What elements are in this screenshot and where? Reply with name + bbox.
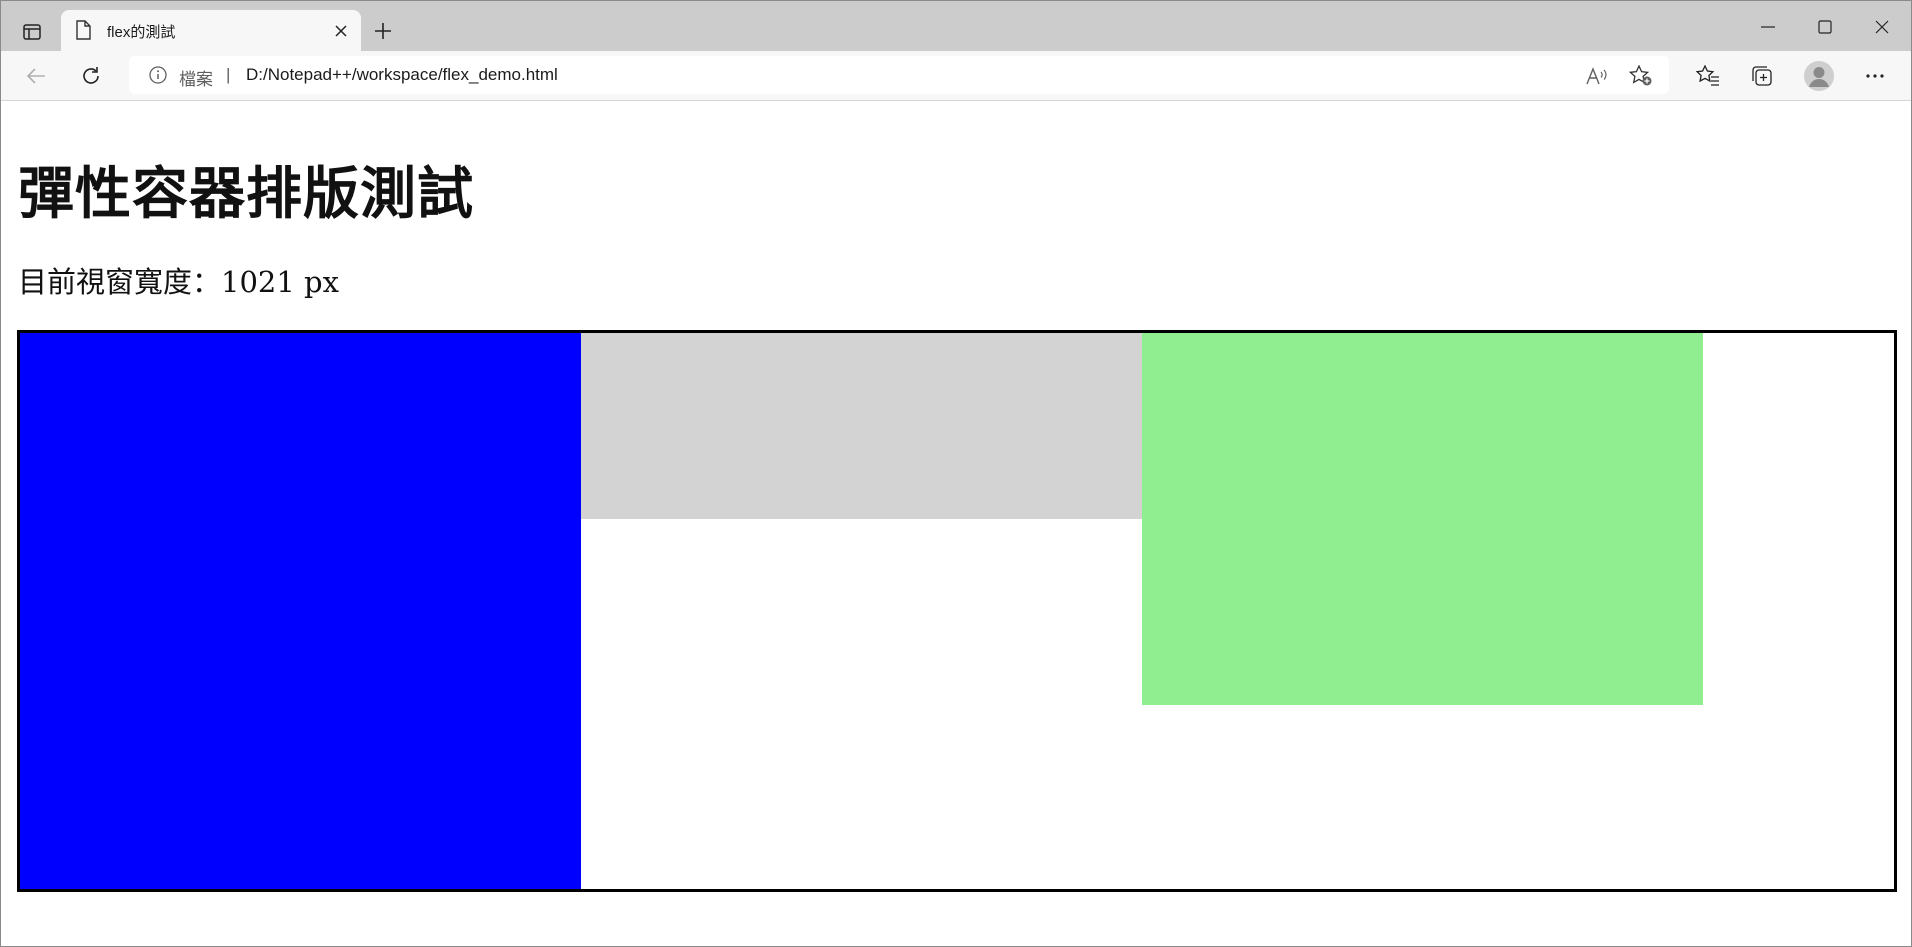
minimize-icon[interactable] (1748, 13, 1788, 41)
tab-active[interactable]: flex的測試 (61, 10, 361, 51)
collections-icon[interactable] (1749, 63, 1775, 89)
info-icon[interactable] (149, 66, 167, 88)
more-icon[interactable] (1862, 63, 1888, 89)
gray-box (581, 333, 1142, 519)
reload-icon[interactable] (78, 63, 104, 89)
read-aloud-icon[interactable] (1585, 64, 1609, 88)
green-box (1142, 333, 1703, 705)
scheme-label: 檔案 (179, 70, 213, 89)
page-icon (75, 20, 91, 44)
tab-title: flex的測試 (107, 24, 176, 41)
address-separator: | (226, 65, 231, 84)
tab-strip: flex的測試 (1, 1, 1911, 51)
window-close-icon[interactable] (1862, 13, 1902, 41)
maximize-icon[interactable] (1805, 13, 1845, 41)
browser-toolbar: 檔案 | D:/Notepad++/workspace/flex_demo.ht… (1, 51, 1911, 101)
address-url[interactable]: D:/Notepad++/workspace/flex_demo.html (246, 65, 558, 85)
add-favorite-icon[interactable] (1629, 64, 1653, 88)
sidebar-icon[interactable] (19, 19, 45, 45)
viewport-width-text: 目前視窗寬度：1021 px (18, 265, 339, 299)
avatar-icon[interactable] (1804, 61, 1834, 91)
flex-container (17, 330, 1897, 892)
favorites-icon[interactable] (1695, 63, 1721, 89)
plus-icon[interactable] (371, 19, 395, 43)
page-title: 彈性容器排版測試 (18, 162, 474, 227)
address-bar[interactable]: 檔案 | D:/Notepad++/workspace/flex_demo.ht… (129, 56, 1669, 94)
close-icon[interactable] (331, 21, 351, 41)
back-icon[interactable] (23, 63, 49, 89)
blue-box (20, 333, 581, 889)
browser-window: flex的測試 檔案 | D:/Notepad++/workspace/flex… (0, 0, 1912, 947)
page-content: 彈性容器排版測試 目前視窗寬度：1021 px (1, 101, 1911, 946)
